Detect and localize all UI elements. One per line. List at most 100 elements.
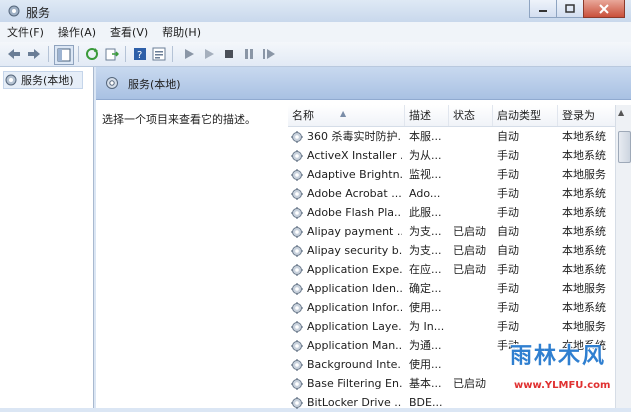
- column-header-startup-type[interactable]: 启动类型: [493, 105, 558, 126]
- tree-item-label: 服务(本地): [21, 74, 74, 87]
- service-gear-icon: [291, 206, 303, 219]
- service-name: Adobe Acrobat ...: [307, 187, 402, 200]
- maximize-button[interactable]: [556, 0, 584, 18]
- scrollbar-thumb[interactable]: [618, 131, 631, 163]
- service-logon-as: 本地服务: [562, 168, 606, 181]
- column-header-status[interactable]: 状态: [449, 105, 493, 126]
- service-name: Alipay security b...: [307, 244, 402, 257]
- table-row[interactable]: 360 杀毒实时防护... 本服... 自动 本地系统: [288, 127, 615, 146]
- service-gear-icon: [291, 130, 303, 143]
- watermark-brand: 雨林木风: [510, 343, 607, 369]
- close-button[interactable]: [583, 0, 625, 18]
- menu-view[interactable]: 查看(V): [103, 24, 155, 40]
- service-status: 已启动: [453, 225, 486, 238]
- service-name: Application Laye...: [307, 320, 402, 333]
- start-service-button[interactable]: [180, 45, 198, 63]
- service-gear-icon: [291, 320, 303, 333]
- service-logon-as: 本地系统: [562, 149, 606, 162]
- table-row[interactable]: Alipay security b... 为支... 已启动 自动 本地系统: [288, 241, 615, 260]
- minimize-icon: [539, 9, 547, 12]
- properties-button[interactable]: [150, 45, 168, 63]
- menu-file[interactable]: 文件(F): [0, 24, 51, 40]
- scroll-up-icon[interactable]: ▲: [618, 108, 624, 117]
- service-name-cell: BitLocker Drive ...: [290, 393, 402, 412]
- service-description: 为通...: [409, 339, 442, 352]
- column-header-name[interactable]: 名称 ▲: [288, 105, 405, 126]
- tree-item-services-local[interactable]: 服务(本地): [3, 71, 83, 89]
- console-tree-icon: [57, 48, 71, 62]
- back-button[interactable]: [5, 45, 23, 63]
- service-description: Ado...: [409, 187, 441, 200]
- service-name: Application Man...: [307, 339, 402, 352]
- service-startup-type: 手动: [497, 168, 519, 181]
- table-row[interactable]: ActiveX Installer ... 为从... 手动 本地系统: [288, 146, 615, 165]
- table-row[interactable]: Application Iden... 确定... 手动 本地服务: [288, 279, 615, 298]
- service-name-cell: Adobe Flash Pla...: [290, 203, 402, 222]
- service-gear-icon: [291, 244, 303, 257]
- service-description: 使用...: [409, 358, 442, 371]
- service-gear-icon: [291, 396, 303, 409]
- minimize-button[interactable]: [529, 0, 557, 18]
- restart-service-button[interactable]: [260, 45, 278, 63]
- export-list-button[interactable]: [103, 45, 121, 63]
- service-status: [453, 165, 493, 184]
- pane-header-title: 服务(本地): [128, 78, 181, 91]
- service-logon-as: 本地服务: [562, 282, 606, 295]
- help-button[interactable]: ?: [131, 45, 149, 63]
- services-gear-icon: [8, 5, 20, 17]
- play-outline-icon: [205, 49, 214, 59]
- watermark-logo: 雨林木风 www.YLMFU.com: [484, 336, 631, 408]
- service-logon-as: 本地系统: [562, 244, 606, 257]
- service-logon-as: 本地系统: [562, 206, 606, 219]
- show-hide-tree-button[interactable]: [54, 45, 74, 65]
- service-startup-type: 手动: [497, 263, 519, 276]
- column-header-logon-as[interactable]: 登录为: [558, 105, 615, 126]
- table-row[interactable]: Adobe Flash Pla... 此服... 手动 本地系统: [288, 203, 615, 222]
- service-startup-type: 手动: [497, 206, 519, 219]
- service-name: Application Infor...: [307, 301, 402, 314]
- service-name-cell: Application Expe...: [290, 260, 402, 279]
- service-description: 为从...: [409, 149, 442, 162]
- export-list-icon: [105, 48, 119, 61]
- service-startup-type: 自动: [497, 130, 519, 143]
- play-icon: [185, 49, 194, 59]
- table-row[interactable]: Application Infor... 使用... 手动 本地系统: [288, 298, 615, 317]
- table-row[interactable]: Alipay payment ... 为支... 已启动 自动 本地系统: [288, 222, 615, 241]
- stop-service-button[interactable]: [220, 45, 238, 63]
- refresh-icon: [86, 48, 98, 60]
- start-service-alt-button[interactable]: [200, 45, 218, 63]
- service-name-cell: Adobe Acrobat ...: [290, 184, 402, 203]
- service-description: 为 In...: [409, 320, 445, 333]
- stop-icon: [225, 50, 233, 58]
- toolbar-separator: [172, 46, 173, 62]
- table-row[interactable]: Adaptive Brightn... 监视... 手动 本地服务: [288, 165, 615, 184]
- service-gear-icon: [291, 263, 303, 276]
- forward-button[interactable]: [25, 45, 43, 63]
- service-gear-icon: [291, 149, 303, 162]
- service-name-cell: 360 杀毒实时防护...: [290, 127, 402, 146]
- refresh-button[interactable]: [83, 45, 101, 63]
- forward-arrow-icon: [28, 49, 40, 59]
- service-description: 确定...: [409, 282, 442, 295]
- table-row[interactable]: Application Expe... 在应... 已启动 手动 本地系统: [288, 260, 615, 279]
- title-bar: 服务: [0, 0, 631, 22]
- service-logon-as: 本地服务: [562, 320, 606, 333]
- close-icon: [599, 3, 609, 14]
- column-header-description[interactable]: 描述: [405, 105, 449, 126]
- service-gear-icon: [291, 168, 303, 181]
- pause-service-button[interactable]: [240, 45, 258, 63]
- menu-action[interactable]: 操作(A): [51, 24, 103, 40]
- toolbar-separator: [125, 46, 126, 62]
- services-gear-icon: [5, 74, 17, 86]
- service-status: 已启动: [453, 244, 486, 257]
- service-name: BitLocker Drive ...: [307, 396, 402, 409]
- table-row[interactable]: Adobe Acrobat ... Ado... 手动 本地系统: [288, 184, 615, 203]
- service-name-cell: Adaptive Brightn...: [290, 165, 402, 184]
- service-status: [453, 203, 493, 222]
- service-logon-as: 本地系统: [562, 130, 606, 143]
- toolbar-separator: [78, 46, 79, 62]
- service-gear-icon: [291, 377, 303, 390]
- service-startup-type: 自动: [497, 244, 519, 257]
- menu-help[interactable]: 帮助(H): [155, 24, 208, 40]
- table-row[interactable]: Application Laye... 为 In... 手动 本地服务: [288, 317, 615, 336]
